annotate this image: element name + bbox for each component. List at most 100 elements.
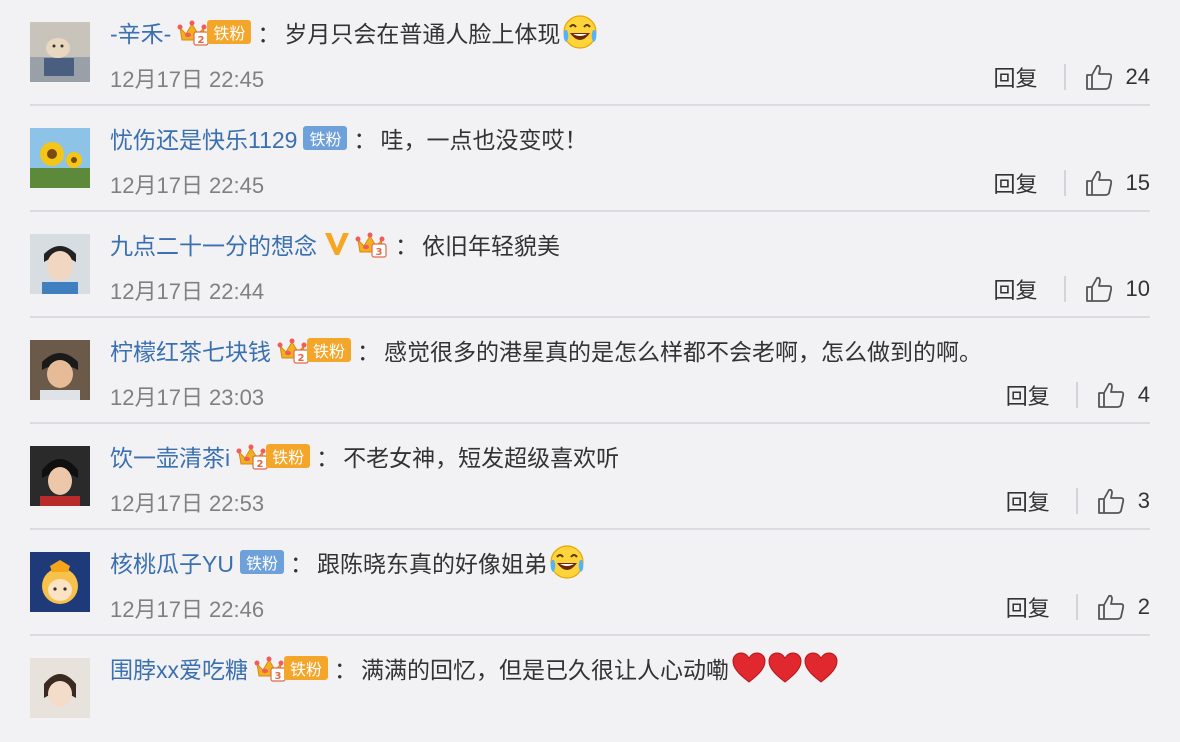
timestamp: 12月17日 22:46 bbox=[110, 597, 265, 622]
colon: ： bbox=[257, 21, 281, 47]
like-button[interactable]: 4 bbox=[1096, 380, 1150, 410]
like-count: 4 bbox=[1137, 382, 1150, 407]
comment-list: -辛禾- 铁粉 ： 岁月只会在普通人脸上体现 12月17日 22:45 回复 2… bbox=[0, 0, 1180, 718]
reply-button[interactable]: 回复 bbox=[1006, 379, 1050, 411]
thumbs-up-icon bbox=[1096, 592, 1126, 622]
avatar[interactable] bbox=[30, 658, 90, 718]
colon: ： bbox=[334, 657, 358, 683]
like-count: 3 bbox=[1137, 488, 1150, 513]
colon: ： bbox=[357, 339, 381, 365]
comment-item: 围脖xx爱吃糖 铁粉 ： 满满的回忆，但是已久很让人心动嘞 bbox=[30, 636, 1150, 742]
thumbs-up-icon bbox=[1084, 62, 1114, 92]
divider bbox=[1063, 276, 1066, 302]
heart-icon bbox=[731, 651, 767, 685]
comment-actions: 回复 15 bbox=[994, 166, 1150, 200]
comment-actions: 回复 4 bbox=[1006, 378, 1150, 412]
heart-emoji-group bbox=[731, 651, 839, 685]
timestamp: 12月17日 22:44 bbox=[110, 279, 265, 304]
thumbs-up-icon bbox=[1096, 380, 1126, 410]
colon: ： bbox=[289, 551, 313, 577]
comment-line: 柠檬红茶七块钱 铁粉 ： 感觉很多的港星真的是怎么样都不会老啊，怎么做到的啊。 bbox=[110, 332, 982, 368]
fan-badge[interactable]: 铁粉 bbox=[303, 126, 348, 150]
like-button[interactable]: 10 bbox=[1084, 274, 1150, 304]
fan-badge[interactable]: 铁粉 bbox=[207, 20, 252, 44]
laugh-cry-emoji-icon bbox=[549, 544, 585, 580]
username-link[interactable]: 饮一壶清茶i bbox=[110, 439, 230, 473]
comment-line: 饮一壶清茶i 铁粉 ： 不老女神，短发超级喜欢听 bbox=[110, 438, 619, 474]
comment-text: 岁月只会在普通人脸上体现 bbox=[284, 21, 561, 47]
fan-badge[interactable]: 铁粉 bbox=[239, 550, 284, 574]
username-link[interactable]: 九点二十一分的想念 bbox=[110, 227, 317, 261]
heart-icon bbox=[803, 651, 839, 685]
comment-text: 跟陈晓东真的好像姐弟 bbox=[316, 551, 547, 577]
comment-actions: 回复 10 bbox=[994, 272, 1150, 306]
like-count: 24 bbox=[1125, 64, 1150, 89]
comment-line: 核桃瓜子YU 铁粉 ： 跟陈晓东真的好像姐弟 bbox=[110, 544, 585, 580]
comment-item: 柠檬红茶七块钱 铁粉 ： 感觉很多的港星真的是怎么样都不会老啊，怎么做到的啊。 … bbox=[30, 318, 1150, 424]
reply-button[interactable]: 回复 bbox=[1006, 591, 1050, 623]
timestamp: 12月17日 22:53 bbox=[110, 491, 265, 516]
comment-actions: 回复 24 bbox=[994, 60, 1150, 94]
heart-icon bbox=[767, 651, 803, 685]
username-link[interactable]: 核桃瓜子YU bbox=[110, 545, 234, 579]
verified-v-icon bbox=[323, 230, 351, 258]
thumbs-up-icon bbox=[1084, 168, 1114, 198]
fan-badge[interactable]: 铁粉 bbox=[307, 338, 352, 362]
reply-button[interactable]: 回复 bbox=[994, 61, 1038, 93]
crown-level-2-icon bbox=[177, 18, 211, 46]
divider bbox=[1075, 488, 1078, 514]
crown-level-3-icon bbox=[254, 654, 288, 682]
thumbs-up-icon bbox=[1084, 274, 1114, 304]
badge-group: 铁粉 bbox=[239, 550, 284, 574]
like-button[interactable]: 2 bbox=[1096, 592, 1150, 622]
crown-level-3-icon bbox=[355, 230, 389, 258]
comment-text: 满满的回忆，但是已久很让人心动嘞 bbox=[361, 657, 730, 683]
comment-actions: 回复 2 bbox=[1006, 590, 1150, 624]
avatar[interactable] bbox=[30, 446, 90, 506]
username-link[interactable]: -辛禾- bbox=[110, 15, 171, 49]
username-link[interactable]: 柠檬红茶七块钱 bbox=[110, 333, 271, 367]
comment-item: -辛禾- 铁粉 ： 岁月只会在普通人脸上体现 12月17日 22:45 回复 2… bbox=[30, 0, 1150, 106]
reply-button[interactable]: 回复 bbox=[994, 167, 1038, 199]
avatar[interactable] bbox=[30, 340, 90, 400]
comment-actions: 回复 3 bbox=[1006, 484, 1150, 518]
colon: ： bbox=[316, 445, 340, 471]
fan-badge[interactable]: 铁粉 bbox=[266, 444, 311, 468]
divider bbox=[1075, 594, 1078, 620]
like-button[interactable]: 15 bbox=[1084, 168, 1150, 198]
badge-group: 铁粉 bbox=[303, 126, 348, 150]
thumbs-up-icon bbox=[1096, 486, 1126, 516]
reply-button[interactable]: 回复 bbox=[994, 273, 1038, 305]
laugh-cry-emoji-icon bbox=[562, 14, 598, 50]
like-button[interactable]: 24 bbox=[1084, 62, 1150, 92]
fan-badge[interactable]: 铁粉 bbox=[284, 656, 329, 680]
badge-group: 铁粉 bbox=[177, 18, 252, 46]
divider bbox=[1075, 382, 1078, 408]
username-link[interactable]: 围脖xx爱吃糖 bbox=[110, 651, 248, 685]
avatar[interactable] bbox=[30, 22, 90, 82]
comment-line: -辛禾- 铁粉 ： 岁月只会在普通人脸上体现 bbox=[110, 14, 598, 50]
like-count: 2 bbox=[1137, 594, 1150, 619]
timestamp: 12月17日 23:03 bbox=[110, 385, 265, 410]
avatar[interactable] bbox=[30, 552, 90, 612]
reply-button[interactable]: 回复 bbox=[1006, 485, 1050, 517]
avatar[interactable] bbox=[30, 128, 90, 188]
divider bbox=[1063, 170, 1066, 196]
like-count: 15 bbox=[1125, 170, 1150, 195]
comment-text: 感觉很多的港星真的是怎么样都不会老啊，怎么做到的啊。 bbox=[384, 339, 983, 365]
username-link[interactable]: 忧伤还是快乐1129 bbox=[110, 121, 297, 155]
comment-item: 忧伤还是快乐1129 铁粉 ： 哇，一点也没变哎！ 12月17日 22:45 回… bbox=[30, 106, 1150, 212]
timestamp: 12月17日 22:45 bbox=[110, 173, 265, 198]
avatar[interactable] bbox=[30, 234, 90, 294]
comment-text: 哇，一点也没变哎！ bbox=[380, 127, 588, 153]
colon: ： bbox=[353, 127, 377, 153]
comment-line: 九点二十一分的想念 ： 依旧年轻貌美 bbox=[110, 226, 560, 262]
badge-group: 铁粉 bbox=[277, 336, 352, 364]
badge-group: 铁粉 bbox=[236, 442, 311, 470]
comment-line: 忧伤还是快乐1129 铁粉 ： 哇，一点也没变哎！ bbox=[110, 120, 587, 156]
colon: ： bbox=[395, 233, 418, 259]
crown-level-2-icon bbox=[277, 336, 311, 364]
timestamp: 12月17日 22:45 bbox=[110, 67, 265, 92]
comment-item: 核桃瓜子YU 铁粉 ： 跟陈晓东真的好像姐弟 12月17日 22:46 回复 2 bbox=[30, 530, 1150, 636]
like-button[interactable]: 3 bbox=[1096, 486, 1150, 516]
